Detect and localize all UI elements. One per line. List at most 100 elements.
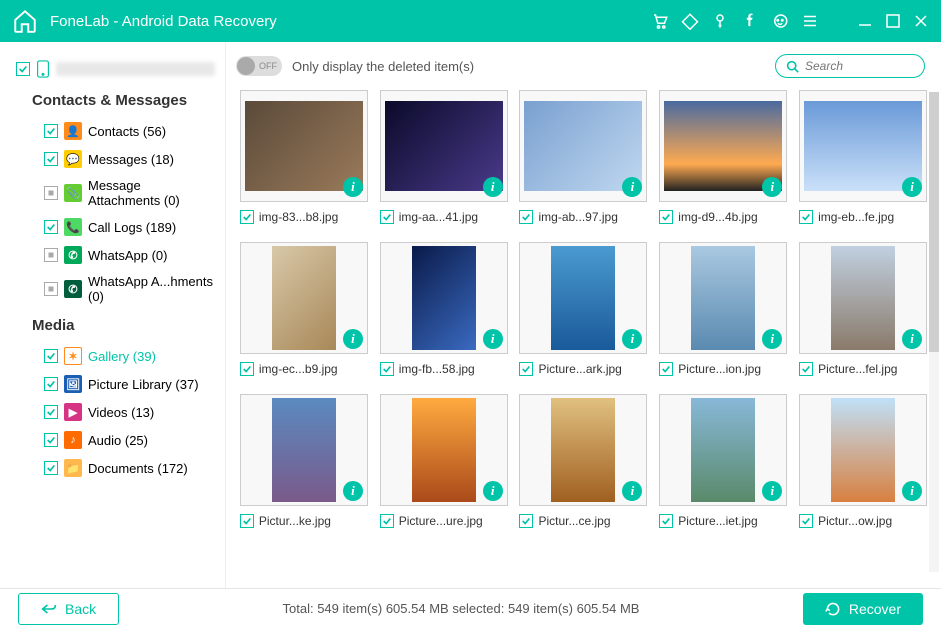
thumbnail-image[interactable]: i <box>659 242 787 354</box>
checkbox[interactable] <box>44 405 58 419</box>
menu-icon[interactable] <box>801 12 819 30</box>
close-icon[interactable] <box>913 13 929 29</box>
thumbnail[interactable]: iPictur...ke.jpg <box>240 394 368 528</box>
info-icon[interactable]: i <box>902 329 922 349</box>
thumbnail-image[interactable]: i <box>659 90 787 202</box>
info-icon[interactable]: i <box>483 177 503 197</box>
checkbox[interactable] <box>44 349 58 363</box>
thumbnail-image[interactable]: i <box>240 90 368 202</box>
info-icon[interactable]: i <box>762 329 782 349</box>
info-icon[interactable]: i <box>762 481 782 501</box>
thumbnail[interactable]: iimg-aa...41.jpg <box>380 90 508 224</box>
info-icon[interactable]: i <box>343 329 363 349</box>
checkbox[interactable] <box>240 514 254 528</box>
thumbnail[interactable]: iPictur...ce.jpg <box>519 394 647 528</box>
info-icon[interactable]: i <box>622 177 642 197</box>
recover-button[interactable]: Recover <box>803 593 923 625</box>
info-icon[interactable]: i <box>483 329 503 349</box>
sidebar-item-whatsapp[interactable]: ✆ WhatsApp (0) <box>14 241 217 269</box>
sidebar-item-picture-library[interactable]: 🖼 Picture Library (37) <box>14 370 217 398</box>
checkbox[interactable] <box>799 514 813 528</box>
checkbox[interactable] <box>659 210 673 224</box>
sidebar-item-gallery[interactable]: ✶ Gallery (39) <box>14 342 217 370</box>
checkbox[interactable] <box>44 248 58 262</box>
thumbnail-image[interactable]: i <box>240 394 368 506</box>
checkbox[interactable] <box>380 514 394 528</box>
info-icon[interactable]: i <box>622 481 642 501</box>
checkbox[interactable] <box>659 362 673 376</box>
checkbox[interactable] <box>799 362 813 376</box>
key-icon[interactable] <box>711 12 729 30</box>
checkbox[interactable] <box>44 220 58 234</box>
facebook-icon[interactable] <box>741 12 759 30</box>
checkbox[interactable] <box>240 362 254 376</box>
thumbnail[interactable]: iPicture...ure.jpg <box>380 394 508 528</box>
info-icon[interactable]: i <box>483 481 503 501</box>
checkbox[interactable] <box>380 210 394 224</box>
thumbnail-image[interactable]: i <box>380 242 508 354</box>
checkbox[interactable] <box>240 210 254 224</box>
checkbox[interactable] <box>44 433 58 447</box>
thumbnail[interactable]: iPictur...ow.jpg <box>799 394 927 528</box>
info-icon[interactable]: i <box>902 177 922 197</box>
thumbnail[interactable]: iimg-83...b8.jpg <box>240 90 368 224</box>
minimize-icon[interactable] <box>857 13 873 29</box>
thumbnail[interactable]: iPicture...iet.jpg <box>659 394 787 528</box>
scrollbar-thumb[interactable] <box>929 92 939 352</box>
checkbox[interactable] <box>799 210 813 224</box>
checkbox[interactable] <box>44 152 58 166</box>
thumbnail-image[interactable]: i <box>380 90 508 202</box>
thumbnail[interactable]: iPicture...ion.jpg <box>659 242 787 376</box>
sidebar-item-messages[interactable]: 💬 Messages (18) <box>14 145 217 173</box>
checkbox[interactable] <box>659 514 673 528</box>
device-checkbox[interactable] <box>16 62 30 76</box>
checkbox[interactable] <box>44 124 58 138</box>
device-row[interactable] <box>14 56 217 82</box>
sidebar-item-documents[interactable]: 📁 Documents (172) <box>14 454 217 482</box>
thumbnail[interactable]: iPicture...ark.jpg <box>519 242 647 376</box>
checkbox[interactable] <box>44 282 58 296</box>
back-button[interactable]: Back <box>18 593 119 625</box>
sidebar-item-audio[interactable]: ♪ Audio (25) <box>14 426 217 454</box>
info-icon[interactable]: i <box>343 177 363 197</box>
info-icon[interactable]: i <box>343 481 363 501</box>
checkbox[interactable] <box>519 362 533 376</box>
thumbnail[interactable]: iPicture...fel.jpg <box>799 242 927 376</box>
checkbox[interactable] <box>519 514 533 528</box>
checkbox[interactable] <box>44 377 58 391</box>
thumbnail-image[interactable]: i <box>519 242 647 354</box>
thumbnail-image[interactable]: i <box>799 394 927 506</box>
thumbnail-image[interactable]: i <box>240 242 368 354</box>
feedback-icon[interactable] <box>771 12 789 30</box>
thumbnail[interactable]: iimg-eb...fe.jpg <box>799 90 927 224</box>
checkbox[interactable] <box>44 186 58 200</box>
thumbnail[interactable]: iimg-ab...97.jpg <box>519 90 647 224</box>
checkbox[interactable] <box>380 362 394 376</box>
thumbnail-image[interactable]: i <box>799 90 927 202</box>
search-input[interactable] <box>805 59 914 73</box>
checkbox[interactable] <box>519 210 533 224</box>
info-icon[interactable]: i <box>762 177 782 197</box>
sidebar-item-call-logs[interactable]: 📞 Call Logs (189) <box>14 213 217 241</box>
thumbnail[interactable]: iimg-d9...4b.jpg <box>659 90 787 224</box>
thumbnail-image[interactable]: i <box>659 394 787 506</box>
thumbnail-image[interactable]: i <box>519 90 647 202</box>
scrollbar[interactable] <box>929 92 939 572</box>
deleted-only-toggle[interactable]: OFF <box>236 56 282 76</box>
maximize-icon[interactable] <box>885 13 901 29</box>
sidebar-item-videos[interactable]: ▶ Videos (13) <box>14 398 217 426</box>
checkbox[interactable] <box>44 461 58 475</box>
thumbnail[interactable]: iimg-ec...b9.jpg <box>240 242 368 376</box>
thumbnail-image[interactable]: i <box>380 394 508 506</box>
thumbnail-image[interactable]: i <box>799 242 927 354</box>
info-icon[interactable]: i <box>902 481 922 501</box>
wifi-icon[interactable] <box>681 12 699 30</box>
home-icon[interactable] <box>12 8 38 34</box>
cart-icon[interactable] <box>651 12 669 30</box>
sidebar-item-msg-attachments[interactable]: 📎 Message Attachments (0) <box>14 173 217 213</box>
thumbnail[interactable]: iimg-fb...58.jpg <box>380 242 508 376</box>
sidebar-item-whatsapp-attachments[interactable]: ✆ WhatsApp A...hments (0) <box>14 269 217 309</box>
sidebar-item-contacts[interactable]: 👤 Contacts (56) <box>14 117 217 145</box>
info-icon[interactable]: i <box>622 329 642 349</box>
thumbnail-image[interactable]: i <box>519 394 647 506</box>
